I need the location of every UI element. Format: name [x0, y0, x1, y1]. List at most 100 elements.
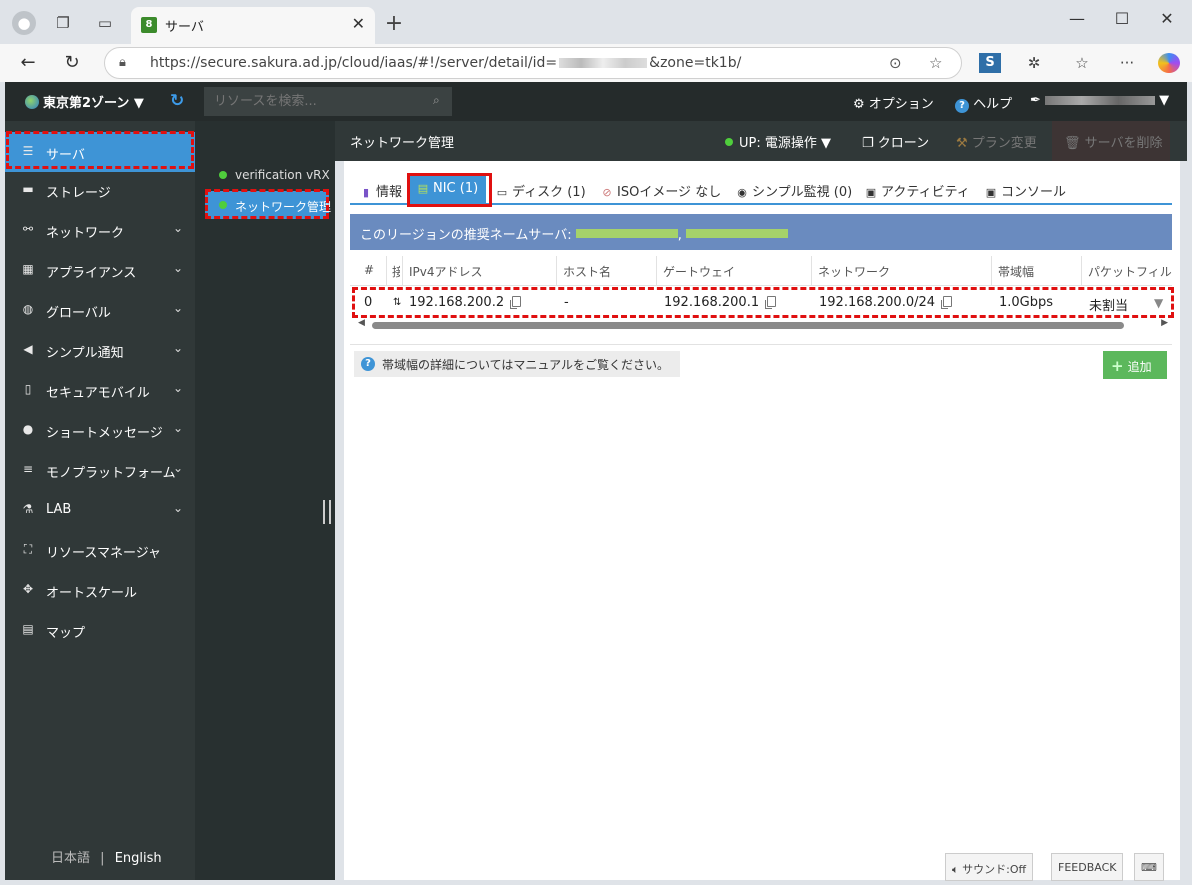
- sidebar-item-network[interactable]: ⚯ ネットワーク ⌄: [5, 210, 195, 250]
- extensions-puzzle-icon[interactable]: ✲: [1023, 53, 1045, 73]
- user-menu[interactable]: ✒ ▼: [1030, 93, 1169, 108]
- copy-icon[interactable]: [512, 296, 522, 307]
- close-window-icon[interactable]: ✕: [1152, 9, 1182, 28]
- copy-icon[interactable]: [943, 296, 953, 307]
- scroll-left-icon[interactable]: ◀: [358, 318, 365, 328]
- col-packet-filter[interactable]: パケットフィルタ: [1088, 263, 1172, 280]
- minimize-window-icon[interactable]: —: [1062, 9, 1092, 28]
- help-circle-icon: ?: [361, 357, 375, 371]
- copy-icon[interactable]: [767, 296, 777, 307]
- speaker-muted-icon: 🔈︎: [952, 863, 959, 876]
- url-field[interactable]: 🔒︎ https://secure.sakura.ad.jp/cloud/iaa…: [104, 47, 962, 79]
- maximize-window-icon[interactable]: ☐: [1107, 9, 1137, 28]
- lang-ja-link[interactable]: 日本語: [51, 851, 90, 866]
- tab-disk[interactable]: ▭ ディスク (1): [496, 181, 586, 200]
- network-icon: ⚯: [22, 222, 34, 236]
- close-tab-icon[interactable]: ✕: [352, 14, 365, 33]
- resource-search-input[interactable]: [204, 87, 452, 116]
- col-ipv4[interactable]: IPv4アドレス: [409, 263, 483, 280]
- mobile-icon: ▯: [24, 382, 32, 396]
- row-dropdown-icon[interactable]: ▼: [1154, 296, 1163, 310]
- monitor-eye-icon: ◉: [737, 186, 747, 199]
- sidebar-item-global[interactable]: ◍ グローバル ⌄: [5, 290, 195, 330]
- help-circle-icon: ?: [955, 99, 969, 113]
- tab-actions-icon[interactable]: ▭: [94, 12, 116, 34]
- cell-bandwidth: 1.0Gbps: [999, 295, 1054, 310]
- sidebar-item-simple-notify[interactable]: ◀ シンプル通知 ⌄: [5, 330, 195, 370]
- sidebar-item-autoscale[interactable]: ✥ オートスケール: [5, 570, 195, 610]
- sidebar-item-resource-manager[interactable]: ⛶ リソースマネージャ: [5, 530, 195, 570]
- tab-iso[interactable]: ⊘ ISOイメージ なし: [601, 181, 721, 200]
- tab-simple-monitor[interactable]: ◉ シンプル監視 (0): [736, 181, 852, 200]
- col-network[interactable]: ネットワーク: [818, 263, 890, 280]
- sidebar-item-map[interactable]: ▤ マップ: [5, 610, 195, 650]
- copilot-icon[interactable]: [1158, 53, 1180, 73]
- bandwidth-help-note: ? 帯域幅の詳細についてはマニュアルをご覧ください。: [354, 351, 680, 377]
- sidebar-item-secure-mobile[interactable]: ▯ セキュアモバイル ⌄: [5, 370, 195, 410]
- table-horizontal-scrollbar[interactable]: ◀ ▶: [358, 318, 1168, 331]
- col-hostname[interactable]: ホスト名: [563, 263, 611, 280]
- detail-tabs: ▮ 情報 ▤ NIC (1) ▭ ディスク (1) ⊘ ISOイメージ なし ◉ シンプル…: [350, 175, 1172, 205]
- col-gateway[interactable]: ゲートウェイ: [663, 263, 735, 280]
- reload-icon[interactable]: ↻: [60, 52, 84, 74]
- keyboard-icon[interactable]: ⌨: [1134, 853, 1164, 881]
- scrollbar-thumb[interactable]: [372, 322, 1124, 329]
- status-up-dot: [219, 201, 227, 209]
- cell-ipv4: 192.168.200.2: [409, 295, 522, 310]
- content-panel: ▮ 情報 ▤ NIC (1) ▭ ディスク (1) ⊘ ISOイメージ なし ◉ シンプル…: [344, 161, 1180, 880]
- add-nic-button[interactable]: + 追加: [1103, 351, 1167, 379]
- sound-toggle-button[interactable]: 🔈︎ サウンド:Off: [945, 853, 1034, 881]
- refresh-icon[interactable]: ↻: [170, 91, 184, 111]
- language-switcher: 日本語 | English: [51, 847, 162, 866]
- browser-tab-active[interactable]: 8 サーバ ✕: [131, 7, 375, 44]
- plus-icon: +: [1111, 357, 1124, 375]
- sidebar-item-appliance[interactable]: ▦ アプライアンス ⌄: [5, 250, 195, 290]
- help-menu[interactable]: ? ヘルプ: [955, 93, 1012, 113]
- server-icon: ☰: [22, 144, 34, 158]
- page-options-icon[interactable]: ⊙: [889, 54, 902, 72]
- power-operation-button[interactable]: UP: 電源操作 ▼: [725, 132, 831, 151]
- chevron-down-icon: ⌄: [172, 461, 183, 475]
- content-header: ネットワーク管理 UP: 電源操作 ▼ ❐ クローン ⚒ プラン変更 🗑︎ サー…: [335, 121, 1187, 161]
- browser-tab-title: サーバ: [165, 20, 204, 35]
- clone-icon: ❐: [862, 136, 878, 151]
- sidebar-item-short-message[interactable]: ● ショートメッセージ ⌄: [5, 410, 195, 450]
- chevron-down-icon: ⌄: [172, 341, 183, 355]
- chevron-down-icon: ⌄: [172, 421, 183, 435]
- plan-change-button[interactable]: ⚒ プラン変更: [956, 132, 1037, 151]
- lang-en-link[interactable]: English: [115, 851, 162, 866]
- extension-s-icon[interactable]: S: [979, 53, 1001, 73]
- back-arrow-icon[interactable]: ←: [16, 52, 40, 74]
- favorites-list-icon[interactable]: ☆: [1071, 53, 1093, 73]
- sidebar-item-mono-platform[interactable]: ≡ モノプラットフォーム ⌄: [5, 450, 195, 490]
- profile-icon[interactable]: ●: [12, 11, 36, 35]
- lang-separator: |: [100, 851, 105, 866]
- sidebar-item-storage[interactable]: ▬ ストレージ: [5, 170, 195, 210]
- tab-nic[interactable]: ▤ NIC (1): [409, 175, 487, 205]
- more-menu-icon[interactable]: ···: [1116, 53, 1138, 73]
- workspaces-icon[interactable]: ❐: [52, 12, 74, 34]
- delete-server-button[interactable]: 🗑︎ サーバを削除: [1052, 121, 1170, 161]
- nic-connect-icon: ⇅: [393, 297, 402, 308]
- chevron-down-icon: ⌄: [172, 261, 183, 275]
- storage-icon: ▬: [22, 182, 34, 196]
- feedback-button[interactable]: FEEDBACK: [1051, 853, 1124, 881]
- favorite-star-icon[interactable]: ☆: [929, 54, 942, 72]
- scroll-right-icon[interactable]: ▶: [1161, 318, 1168, 328]
- sidebar-item-lab[interactable]: ⚗ LAB ⌄: [5, 490, 195, 530]
- options-menu[interactable]: ⚙ オプション: [853, 93, 934, 112]
- server-item-network-manage[interactable]: ネットワーク管理: [205, 191, 331, 219]
- nameserver-banner: このリージョンの推奨ネームサーバ: ,: [350, 214, 1172, 250]
- new-tab-button[interactable]: +: [383, 11, 405, 36]
- sidebar-item-server[interactable]: ☰ サーバ: [5, 132, 195, 172]
- clone-button[interactable]: ❐ クローン: [862, 132, 929, 151]
- tab-console[interactable]: ▣ コンソール: [985, 181, 1066, 200]
- table-row[interactable]: 0 ⇅ 192.168.200.2 - 192.168.200.1 192.16…: [350, 289, 1172, 317]
- tab-activity[interactable]: ▣ アクティビティ: [865, 181, 970, 200]
- tab-info[interactable]: ▮ 情報: [360, 181, 402, 200]
- cell-index: 0: [364, 295, 373, 310]
- zone-selector[interactable]: 東京第2ゾーン ▼: [25, 92, 144, 111]
- server-item-verification-vrx[interactable]: verification vRX: [205, 161, 330, 189]
- resize-handle[interactable]: [323, 500, 331, 524]
- col-bandwidth[interactable]: 帯域幅: [998, 263, 1034, 280]
